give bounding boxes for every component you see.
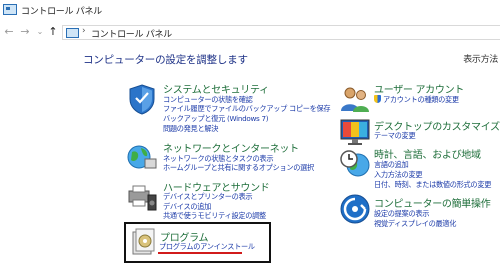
link-date-time-format[interactable]: 日付、時刻、または数値の形式の変更 — [374, 180, 491, 190]
users-icon[interactable] — [339, 83, 371, 115]
link-backup-restore[interactable]: バックアップと復元 (Windows 7) — [163, 114, 269, 124]
view-by-label[interactable]: 表示方法 — [463, 52, 498, 65]
up-arrow-icon[interactable]: ↑ — [46, 25, 60, 39]
control-panel-icon — [3, 4, 17, 15]
highlight-box — [124, 222, 271, 263]
link-change-theme[interactable]: テーマの変更 — [374, 131, 416, 141]
link-optimize-display[interactable]: 視覚ディスプレイの最適化 — [374, 219, 456, 229]
recent-locations-chevron-icon[interactable]: ⌄ — [33, 25, 47, 39]
navigation-bar: ← → ⌄ ↑ › コントロール パネル — [0, 22, 500, 44]
category-title-clock-language-region[interactable]: 時計、言語、および地域 — [374, 146, 481, 161]
link-troubleshoot[interactable]: 問題の発見と解決 — [163, 124, 218, 134]
title-bar: コントロール パネル — [0, 0, 500, 23]
link-add-language[interactable]: 言語の追加 — [374, 160, 409, 170]
address-bar[interactable]: › コントロール パネル — [62, 25, 500, 40]
link-mobility-settings[interactable]: 共通で使うモビリティ設定の調整 — [163, 211, 266, 221]
uac-shield-icon — [374, 95, 381, 103]
forward-arrow-icon[interactable]: → — [18, 25, 32, 39]
printer-speaker-icon[interactable] — [126, 181, 158, 213]
link-file-history-backup[interactable]: ファイル履歴でファイルのバックアップ コピーを保存 — [163, 104, 331, 114]
clock-globe-icon[interactable] — [339, 148, 371, 180]
link-change-account-type-label: アカウントの種類の変更 — [383, 95, 459, 104]
link-suggested-settings[interactable]: 設定の提案の表示 — [374, 209, 429, 219]
control-panel-icon — [66, 28, 79, 38]
breadcrumb-separator-icon[interactable]: › — [82, 26, 86, 36]
back-arrow-icon[interactable]: ← — [2, 25, 16, 39]
highlight-underline — [158, 252, 242, 254]
breadcrumb-control-panel[interactable]: コントロール パネル — [91, 27, 172, 40]
link-change-input-method[interactable]: 入力方法の変更 — [374, 170, 423, 180]
ease-of-access-icon[interactable] — [339, 193, 371, 225]
link-devices-printers[interactable]: デバイスとプリンターの表示 — [163, 192, 253, 202]
category-title-system-security[interactable]: システムとセキュリティ — [163, 81, 269, 96]
page-title: コンピューターの設定を調整します — [83, 54, 248, 66]
desktop-monitor-icon[interactable] — [339, 116, 371, 148]
shield-icon[interactable] — [126, 83, 158, 115]
category-title-ease-of-access[interactable]: コンピューターの簡単操作 — [374, 195, 491, 210]
window-title: コントロール パネル — [21, 7, 102, 17]
category-title-user-accounts[interactable]: ユーザー アカウント — [374, 81, 464, 96]
category-title-network-internet[interactable]: ネットワークとインターネット — [163, 140, 299, 155]
network-globe-icon[interactable] — [126, 140, 158, 172]
link-homegroup-sharing[interactable]: ホームグループと共有に関するオプションの選択 — [163, 163, 314, 173]
link-change-account-type[interactable]: アカウントの種類の変更 — [374, 95, 459, 105]
